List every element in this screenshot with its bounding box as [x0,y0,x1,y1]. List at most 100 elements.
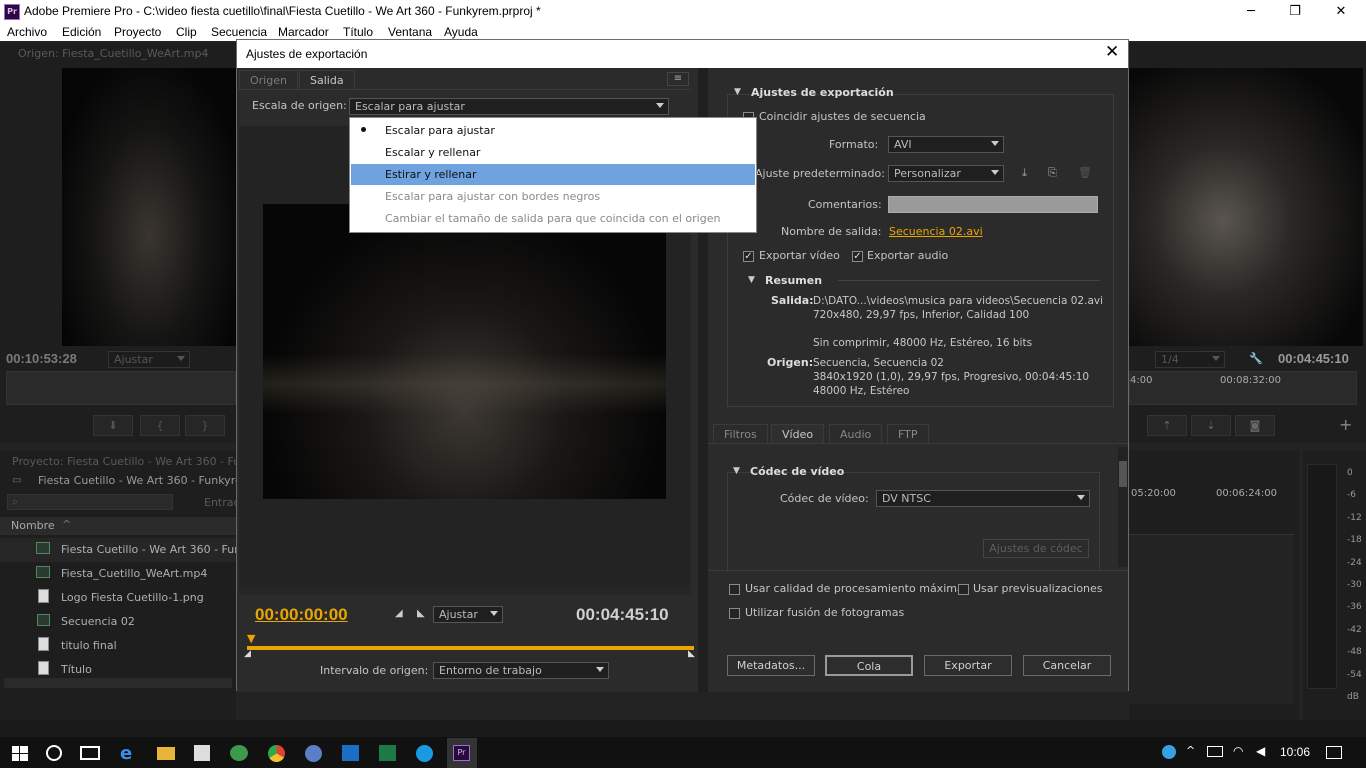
skype-icon[interactable] [416,745,433,762]
panel-menu-icon[interactable]: ≡ [667,72,689,86]
edge-icon[interactable]: e [120,743,132,764]
project-scrollbar[interactable] [4,678,232,688]
menu-marcador[interactable]: Marcador [278,25,329,39]
metadata-button[interactable]: Metadatos... [727,655,815,676]
codec-settings-button[interactable]: Ajustes de códec [983,539,1089,558]
app-icon[interactable] [230,745,248,761]
menu-secuencia[interactable]: Secuencia [211,25,267,39]
export-frame-button[interactable]: ◙ [1235,415,1275,436]
maximize-button[interactable]: ❐ [1285,2,1305,22]
settings-vscrollbar[interactable] [1118,447,1128,567]
extract-button[interactable]: ⇣ [1191,415,1231,436]
volume-icon[interactable]: ◀ [1256,744,1265,758]
menu-titulo[interactable]: Título [343,25,373,39]
excel-icon[interactable] [379,745,396,761]
codec-dropdown[interactable]: DV NTSC [876,490,1090,507]
source-range-dropdown[interactable]: Entorno de trabajo [433,662,609,679]
tab-audio[interactable]: Audio [829,424,883,443]
import-preset-icon[interactable]: ⎘ [1048,166,1057,180]
source-scale-dropdown[interactable]: Escalar para ajustar [349,98,669,115]
battery-icon[interactable] [1207,746,1223,757]
export-video-checkbox[interactable]: ✓ [743,251,754,262]
option-stretch-to-fill[interactable]: Estirar y rellenar [351,164,755,185]
add-marker-button[interactable]: ⬇ [93,415,133,436]
wifi-icon[interactable]: ◠ [1233,744,1243,758]
queue-button[interactable]: Cola [825,655,913,676]
file-explorer-icon[interactable] [157,747,175,760]
list-item[interactable]: Secuencia 02 [0,610,236,634]
tab-origen[interactable]: Origen [239,70,298,89]
tab-video[interactable]: Vídeo [771,424,825,443]
max-quality-checkbox[interactable] [729,584,740,595]
tab-salida[interactable]: Salida [299,70,355,89]
menu-ventana[interactable]: Ventana [388,25,432,39]
project-column-header[interactable]: Nombre ^ [0,517,236,535]
list-item[interactable]: Logo Fiesta Cuetillo-1.png [0,586,236,610]
preview-hscrollbar[interactable] [239,585,691,595]
export-audio-checkbox[interactable]: ✓ [852,251,863,262]
close-window-button[interactable]: ✕ [1331,2,1351,22]
menu-ayuda[interactable]: Ayuda [444,25,478,39]
mark-out-button[interactable]: } [185,415,225,436]
chrome-icon[interactable] [268,745,285,762]
source-monitor-tab[interactable]: Origen: Fiesta_Cuetillo_WeArt.mp4 [18,47,208,60]
menu-proyecto[interactable]: Proyecto [114,25,161,39]
menu-edicion[interactable]: Edición [62,25,101,39]
option-change-output-size[interactable]: Cambiar el tamaño de salida para que coi… [351,208,755,229]
mark-in-button[interactable]: { [140,415,180,436]
scroll-thumb[interactable] [1119,461,1127,487]
list-item[interactable]: Fiesta Cuetillo - We Art 360 - Funk [0,538,248,562]
program-time-ruler[interactable]: 4:00 00:08:32:00 [1129,371,1357,405]
project-tab[interactable]: Proyecto: Fiesta Cuetillo - We Art 360 -… [12,455,236,468]
export-range-bar[interactable]: ▼ ◢ ◣ [244,631,695,659]
collapse-arrow-icon[interactable]: ▼ [734,87,741,97]
use-previews-checkbox[interactable] [958,584,969,595]
in-handle-icon[interactable]: ◢ [244,649,251,659]
comments-input[interactable] [888,196,1098,213]
clock[interactable]: 10:06 [1280,745,1310,759]
fit-dropdown[interactable]: Ajustar [433,606,503,623]
project-search-input[interactable]: ⌕ [7,494,173,510]
set-out-point-icon[interactable]: ◣ [417,608,425,619]
minimize-button[interactable]: ─ [1241,2,1261,22]
out-handle-icon[interactable]: ◣ [688,649,695,659]
option-scale-to-fill[interactable]: Escalar y rellenar [351,142,755,163]
program-ratio-dropdown[interactable]: 1/4 [1155,351,1225,368]
browser-icon[interactable] [305,745,322,762]
add-button-icon[interactable]: + [1339,415,1352,434]
outlook-icon[interactable] [342,745,359,761]
tab-ftp[interactable]: FTP [887,424,929,443]
cancel-button[interactable]: Cancelar [1023,655,1111,676]
list-item[interactable]: Fiesta_Cuetillo_WeArt.mp4 [0,562,236,586]
store-icon[interactable] [194,745,210,761]
list-item[interactable]: titulo final [0,634,236,658]
output-name-link[interactable]: Secuencia 02.avi [889,225,983,238]
source-time-ruler[interactable] [6,371,236,405]
lift-button[interactable]: ⇡ [1147,415,1187,436]
codec-collapse-icon[interactable]: ▼ [733,466,740,476]
playhead-icon[interactable]: ▼ [247,632,255,645]
summary-collapse-icon[interactable]: ▼ [748,275,755,285]
search-icon[interactable] [46,745,62,761]
notifications-icon[interactable] [1326,746,1342,759]
timeline-tracks[interactable] [1129,534,1294,704]
option-scale-to-fit[interactable]: Escalar para ajustar [351,120,755,141]
dialog-close-icon[interactable]: ✕ [1105,42,1119,62]
task-view-icon[interactable] [80,746,100,760]
menu-clip[interactable]: Clip [176,25,197,39]
source-fit-dropdown[interactable]: Ajustar [108,351,190,368]
option-scale-black-borders[interactable]: Escalar para ajustar con bordes negros [351,186,755,207]
export-button[interactable]: Exportar [924,655,1012,676]
windows-start-icon[interactable] [12,746,28,761]
format-dropdown[interactable]: AVI [888,136,1004,153]
network-globe-icon[interactable] [1162,745,1176,759]
wrench-icon[interactable]: 🔧 [1249,352,1263,365]
delete-preset-icon[interactable]: 🗑 [1078,166,1092,179]
save-preset-icon[interactable]: ⤓ [1022,166,1027,180]
set-in-point-icon[interactable]: ◢ [395,608,403,619]
chevron-up-icon[interactable]: ^ [1186,744,1195,757]
preset-dropdown[interactable]: Personalizar [888,165,1004,182]
menu-archivo[interactable]: Archivo [7,25,47,39]
frame-blending-checkbox[interactable] [729,608,740,619]
timecode-in[interactable]: 00:00:00:00 [255,605,348,625]
